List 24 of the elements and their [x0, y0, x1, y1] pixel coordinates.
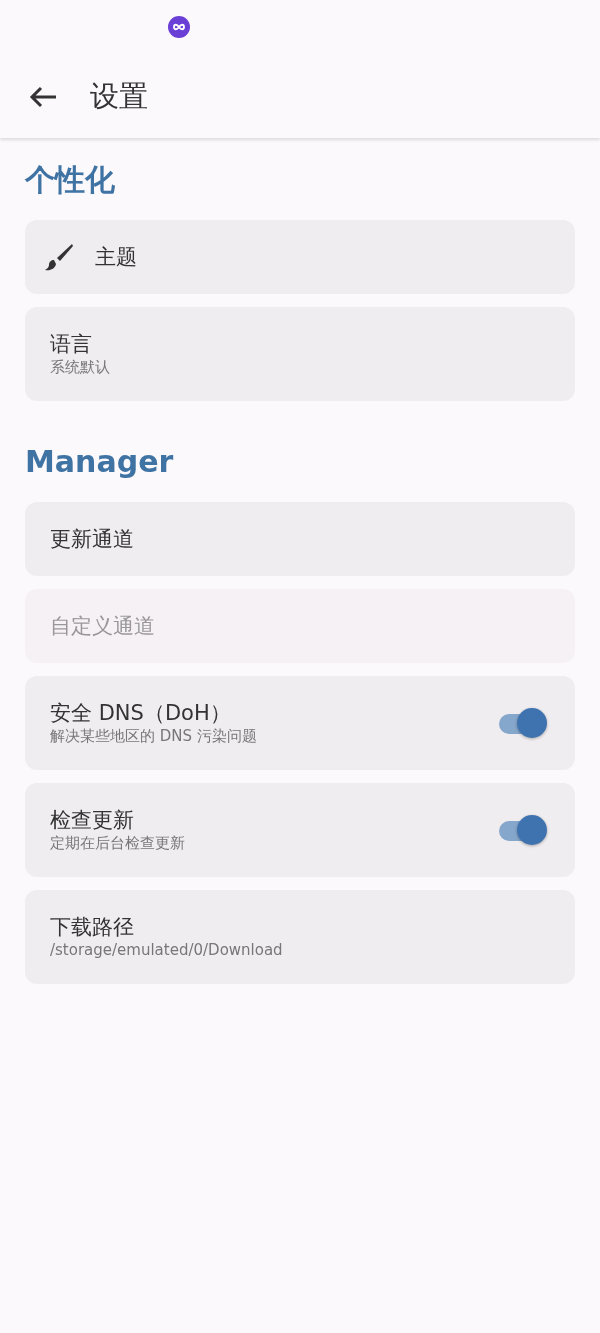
settings-item[interactable]: 更新通道	[25, 502, 575, 576]
item-subtitle: 定期在后台检查更新	[50, 833, 185, 853]
item-subtitle: 系统默认	[50, 357, 110, 377]
item-title: 检查更新	[50, 807, 134, 833]
section-title: Manager	[25, 444, 175, 480]
settings-item[interactable]: 检查更新 定期在后台检查更新	[25, 783, 575, 877]
settings-item[interactable]: 安全 DNS（DoH） 解决某些地区的 DNS 污染问题	[25, 676, 575, 770]
item-subtitle: 解决某些地区的 DNS 污染问题	[50, 726, 257, 746]
settings-item[interactable]: 主题	[25, 220, 575, 294]
item-title: 语言	[50, 331, 92, 357]
toggle-switch[interactable]	[499, 815, 547, 845]
brush-icon	[45, 243, 73, 271]
item-title: 主题	[95, 244, 137, 270]
item-title: 下载路径	[50, 914, 134, 940]
settings-item[interactable]: 下载路径 /storage/emulated/0/Download	[25, 890, 575, 984]
section-title: 个性化	[25, 162, 116, 198]
toggle-switch[interactable]	[499, 708, 547, 738]
item-title: 更新通道	[50, 526, 134, 552]
item-title: 安全 DNS（DoH）	[50, 700, 231, 726]
item-title: 自定义通道	[50, 613, 155, 639]
notification-icon	[168, 16, 190, 38]
item-subtitle: /storage/emulated/0/Download	[50, 940, 283, 960]
settings-item[interactable]: 语言 系统默认	[25, 307, 575, 401]
screen-title: 设置	[90, 77, 148, 115]
